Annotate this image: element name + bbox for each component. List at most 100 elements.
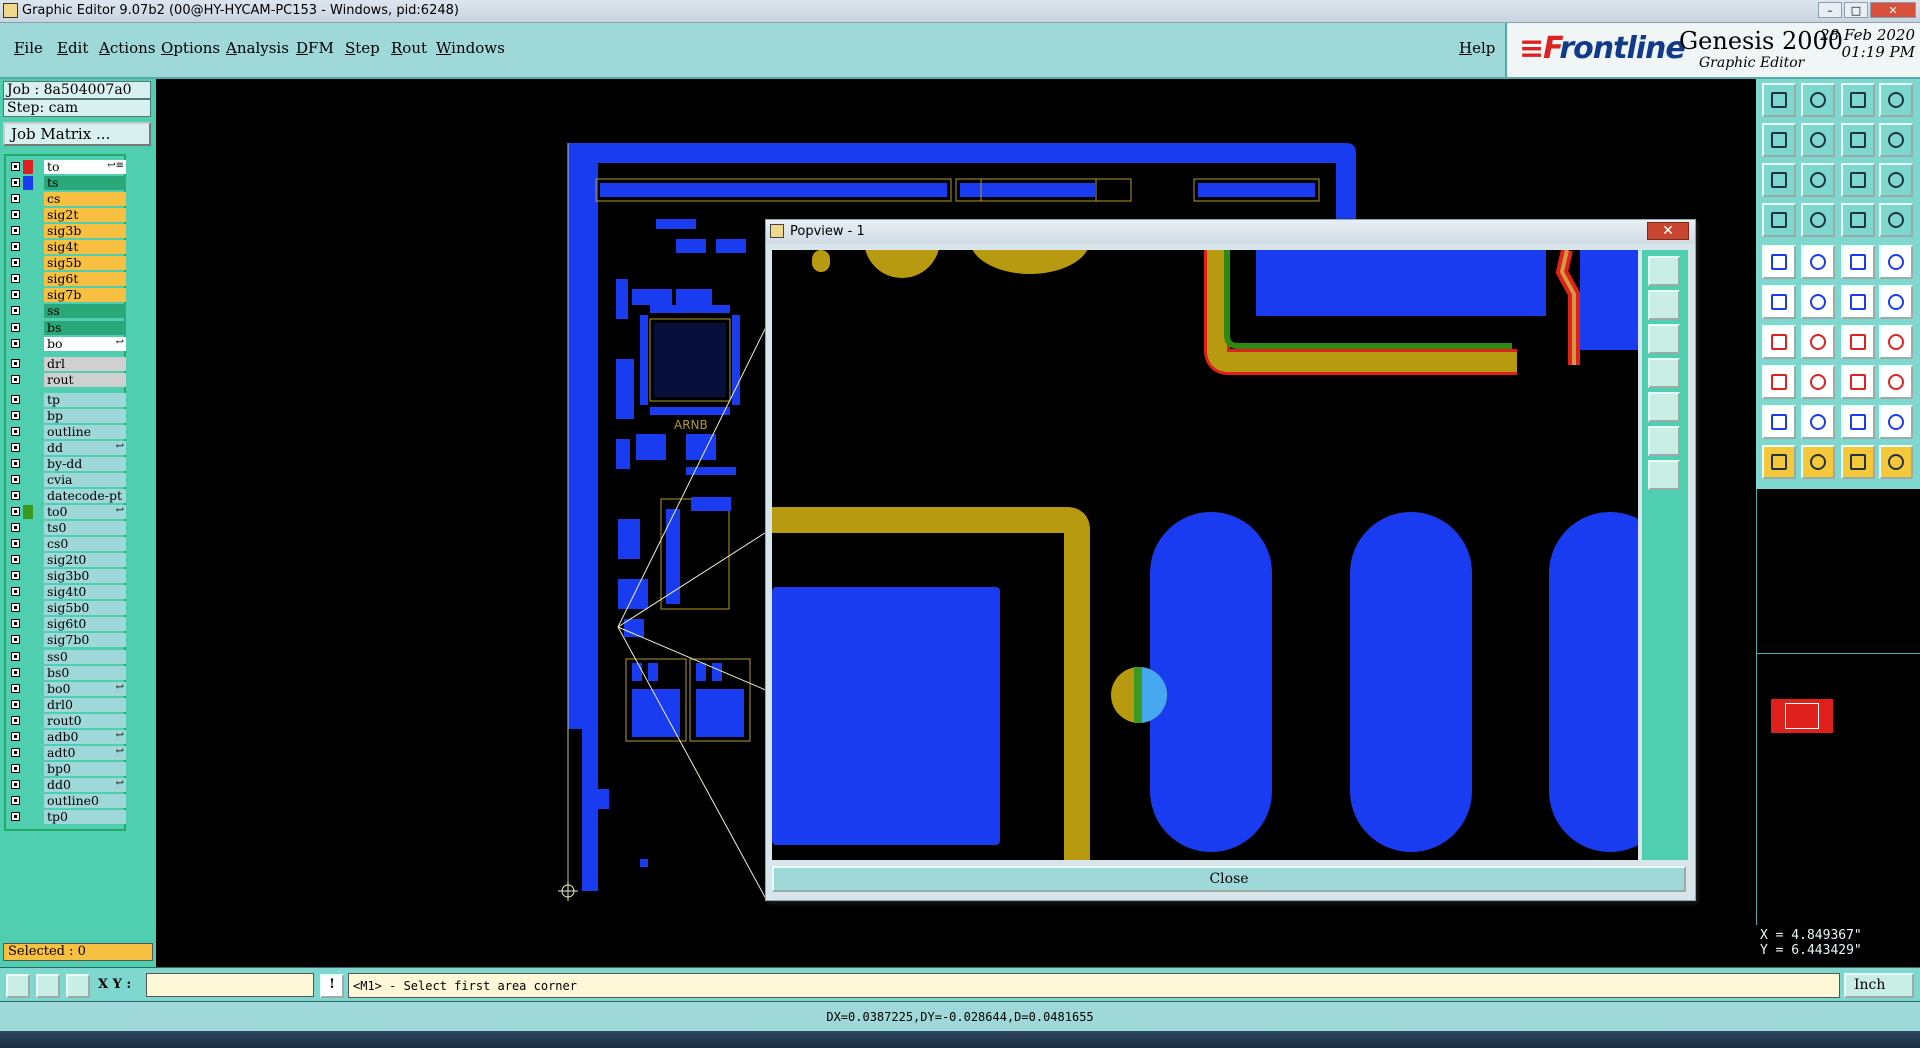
camera-icon[interactable] <box>1762 245 1796 279</box>
units-select[interactable]: Inch <box>1844 973 1914 998</box>
layer-row-rout0[interactable]: rout0 <box>8 714 126 728</box>
rotate-icon[interactable] <box>1841 325 1875 359</box>
close-window-button[interactable]: ✕ <box>1870 2 1916 18</box>
grid-toggle-icon[interactable] <box>1801 203 1835 237</box>
layer-out-icon[interactable] <box>1801 123 1835 157</box>
popview-titlebar[interactable]: Popview - 1 ✕ <box>766 220 1695 244</box>
popview-close-button[interactable]: Close <box>772 866 1686 892</box>
layer-checkbox[interactable] <box>11 507 20 516</box>
layer-name[interactable]: adt0 <box>44 746 126 760</box>
arc-icon[interactable] <box>1879 365 1913 399</box>
layer-name[interactable]: cvia <box>44 473 126 487</box>
arch-icon[interactable] <box>1841 405 1875 439</box>
pv-expand-icon[interactable] <box>1648 426 1680 456</box>
snap-icon[interactable] <box>1762 203 1796 237</box>
layer-row-cvia[interactable]: cvia <box>8 473 126 487</box>
layer-in-icon[interactable] <box>1762 123 1796 157</box>
layer-row-tp0[interactable]: tp0 <box>8 810 126 824</box>
layer-name[interactable]: adb0 <box>44 730 126 744</box>
layer-name[interactable]: sig4t <box>44 240 126 254</box>
layer-checkbox[interactable] <box>11 796 20 805</box>
layer-row-sig4t[interactable]: sig4t <box>8 240 126 254</box>
layer-name[interactable]: rout0 <box>44 714 126 728</box>
pv-center-icon[interactable] <box>1648 460 1680 490</box>
layer-row-sig2t0[interactable]: sig2t0 <box>8 553 126 567</box>
layer-checkbox[interactable] <box>11 427 20 436</box>
layer-checkbox[interactable] <box>11 812 20 821</box>
mirror-icon[interactable] <box>1879 325 1913 359</box>
menu-actions[interactable]: Actions <box>99 39 155 57</box>
layer-row-sig4t0[interactable]: sig4t0 <box>8 585 126 599</box>
layer-row-to0[interactable]: to0 ↩ <box>8 505 126 519</box>
layer-row-bo0[interactable]: bo0 ↩ <box>8 682 126 696</box>
layer-row-rout[interactable]: rout <box>8 373 126 387</box>
slash-icon[interactable] <box>1801 325 1835 359</box>
layer-checkbox[interactable] <box>11 491 20 500</box>
minimize-button[interactable]: – <box>1818 2 1842 18</box>
layer-color-swatch[interactable] <box>23 160 33 174</box>
layer-name[interactable]: bo <box>44 337 126 351</box>
layer-name[interactable]: bo0 <box>44 682 126 696</box>
layer-name[interactable]: bp <box>44 409 126 423</box>
layer-row-bs0[interactable]: bs0 <box>8 666 126 680</box>
layer-name[interactable]: ss <box>44 304 126 318</box>
layer-row-sig7b0[interactable]: sig7b0 <box>8 633 126 647</box>
layer-row-sig6t0[interactable]: sig6t0 <box>8 617 126 631</box>
layer-checkbox[interactable] <box>11 619 20 628</box>
popview-zoomed-view[interactable] <box>772 250 1638 860</box>
layer-checkbox[interactable] <box>11 748 20 757</box>
layer-checkbox[interactable] <box>11 668 20 677</box>
measure-icon[interactable] <box>1841 203 1875 237</box>
layer-checkbox[interactable] <box>11 375 20 384</box>
layer-name[interactable]: sig7b <box>44 288 126 302</box>
maximize-button[interactable]: □ <box>1844 2 1868 18</box>
triangle-icon[interactable] <box>1762 405 1796 439</box>
layer-color-swatch[interactable] <box>23 505 33 519</box>
zoom-in-icon[interactable] <box>1801 163 1835 197</box>
layer-name[interactable]: drl <box>44 357 126 371</box>
layer-checkbox[interactable] <box>11 523 20 532</box>
layer-name[interactable]: bs0 <box>44 666 126 680</box>
pv-zoom-in-icon[interactable] <box>1648 290 1680 320</box>
layer-name[interactable]: sig5b0 <box>44 601 126 615</box>
layer-name[interactable]: sig7b0 <box>44 633 126 647</box>
layer-row-sig2t[interactable]: sig2t <box>8 208 126 222</box>
layer-name[interactable]: sig6t <box>44 272 126 286</box>
menu-windows[interactable]: Windows <box>436 39 505 57</box>
layer-checkbox[interactable] <box>11 587 20 596</box>
layer-name[interactable]: dd <box>44 441 126 455</box>
minus-icon[interactable] <box>1801 365 1835 399</box>
step-left-icon[interactable] <box>1841 123 1875 157</box>
layer-name[interactable]: tp <box>44 393 126 407</box>
open-window-icon[interactable] <box>1762 83 1796 117</box>
layer-checkbox[interactable] <box>11 475 20 484</box>
layer-checkbox[interactable] <box>11 716 20 725</box>
menu-step[interactable]: Step <box>345 39 380 57</box>
layer-name[interactable]: by-dd <box>44 457 126 471</box>
connect-icon[interactable] <box>1762 285 1796 319</box>
layer-row-adb0[interactable]: adb0 ↩ <box>8 730 126 744</box>
layer-name[interactable]: bs <box>44 321 126 335</box>
layer-checkbox[interactable] <box>11 684 20 693</box>
layer-checkbox[interactable] <box>11 780 20 789</box>
layer-name[interactable]: datecode-pt <box>44 489 126 503</box>
layer-checkbox[interactable] <box>11 258 20 267</box>
layer-checkbox[interactable] <box>11 339 20 348</box>
layer-row-sig5b[interactable]: sig5b <box>8 256 126 270</box>
trapezoid-icon[interactable] <box>1879 405 1913 439</box>
layer-checkbox[interactable] <box>11 178 20 187</box>
layer-color-swatch[interactable] <box>23 176 33 190</box>
delete-icon[interactable] <box>1762 365 1796 399</box>
job-matrix-button[interactable]: Job Matrix ... <box>3 122 151 146</box>
layer-checkbox[interactable] <box>11 603 20 612</box>
layer-row-drl[interactable]: drl <box>8 357 126 371</box>
layer-checkbox[interactable] <box>11 359 20 368</box>
ruler-icon[interactable] <box>1841 245 1875 279</box>
alert-icon[interactable]: ! <box>320 974 344 998</box>
layer-row-outline0[interactable]: outline0 <box>8 794 126 808</box>
layer-checkbox[interactable] <box>11 290 20 299</box>
select-icon[interactable] <box>1762 445 1796 479</box>
layer-checkbox[interactable] <box>11 194 20 203</box>
copy-icon[interactable] <box>1879 285 1913 319</box>
grid-mode-icon[interactable] <box>66 974 90 998</box>
